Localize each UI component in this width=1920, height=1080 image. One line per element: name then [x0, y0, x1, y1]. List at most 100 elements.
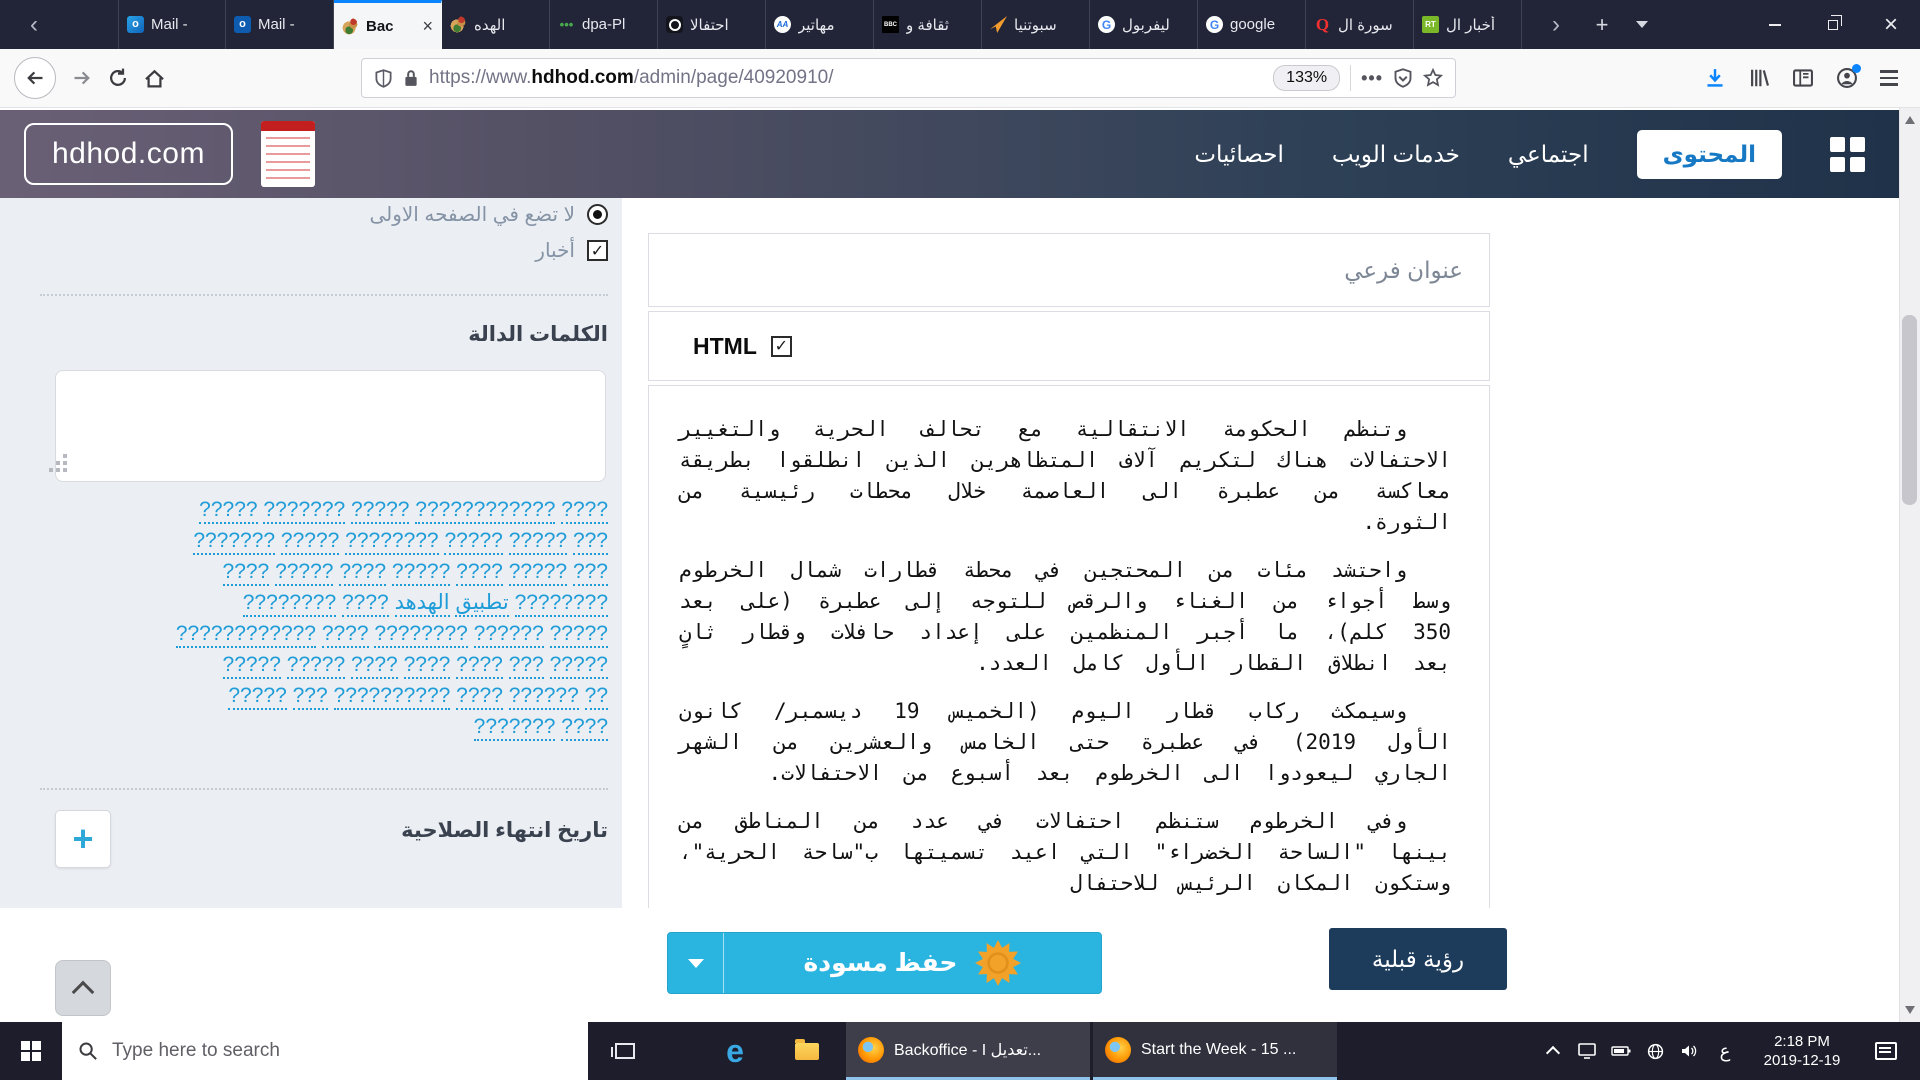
resize-handle-icon[interactable]: [63, 468, 67, 472]
nav-social[interactable]: اجتماعي: [1508, 141, 1589, 168]
nav-content-active[interactable]: المحتوى: [1637, 130, 1782, 179]
browser-tab[interactable]: Mail -: [118, 0, 226, 49]
browser-tab[interactable]: google: [1198, 0, 1306, 49]
site-logo[interactable]: hdhod.com: [24, 123, 233, 185]
restore-button[interactable]: [1804, 0, 1862, 49]
close-window-button[interactable]: [1862, 0, 1920, 49]
url-text[interactable]: https://www.hdhod.com/admin/page/4092091…: [429, 67, 833, 89]
sidebar-toggle-icon[interactable]: [1792, 67, 1814, 89]
battery-icon[interactable]: [1606, 1045, 1636, 1057]
zoom-level-badge[interactable]: 133%: [1273, 65, 1340, 91]
forward-button[interactable]: [72, 68, 92, 88]
back-button[interactable]: [14, 57, 56, 99]
browser-tab[interactable]: Mail -: [226, 0, 334, 49]
html-checkbox[interactable]: [771, 336, 792, 357]
hudhud-bird-icon: [450, 16, 467, 33]
save-options-dropdown[interactable]: [668, 933, 724, 993]
subtitle-field[interactable]: عنوان فرعي: [648, 233, 1490, 307]
taskbar-clock[interactable]: 2:18 PM 2019-12-19: [1746, 1032, 1858, 1071]
close-tab-icon[interactable]: [422, 16, 433, 37]
tab-scroll-left-icon[interactable]: [8, 0, 60, 49]
volume-icon[interactable]: [1674, 1043, 1704, 1059]
tracking-shield-icon[interactable]: [374, 69, 393, 88]
browser-tab[interactable]: الهده: [442, 0, 550, 49]
nav-web-services[interactable]: خدمات الويب: [1332, 141, 1460, 168]
toolbar-right-icons: [1704, 67, 1906, 89]
article-paragraph: واحتشد مئات من المحتجين في محطة قطارات ش…: [679, 555, 1451, 679]
keyword-link-line[interactable]: ????? ?????? ???????? ???? ????????????: [18, 618, 608, 649]
scrollbar-up-icon[interactable]: [1905, 116, 1915, 124]
file-explorer-button[interactable]: [778, 1022, 836, 1080]
front-page-radio[interactable]: [587, 204, 608, 225]
browser-tab[interactable]: dpa-Pl: [550, 0, 658, 49]
browser-tab[interactable]: احتفالا: [658, 0, 766, 49]
browser-tab[interactable]: أخبار ال: [1414, 0, 1522, 49]
new-tab-button[interactable]: [1582, 0, 1622, 49]
minimize-button[interactable]: [1746, 0, 1804, 49]
add-expiry-date-button[interactable]: +: [55, 810, 111, 868]
scrollbar-thumb[interactable]: [1902, 315, 1917, 505]
keyword-link-line[interactable]: ??? ????? ????? ???????? ????? ???????: [18, 525, 608, 556]
expiry-date-label: تاريخ انتهاء الصلاحية: [401, 818, 608, 843]
tab-strip: Mail - Mail - Bac الهده dpa-Pl احتفالا م…: [118, 0, 1522, 49]
tab-scroll-right-icon[interactable]: [1530, 0, 1582, 49]
divider: [40, 788, 608, 790]
nav-statistics[interactable]: احصائيات: [1194, 141, 1284, 168]
download-icon[interactable]: [1704, 67, 1726, 89]
article-thumbnail[interactable]: [261, 121, 315, 187]
display-icon[interactable]: [1572, 1043, 1602, 1059]
hidden-icons-chevron[interactable]: [1538, 1044, 1568, 1058]
task-view-button[interactable]: [596, 1022, 654, 1080]
start-button[interactable]: [0, 1022, 62, 1080]
preview-button[interactable]: رؤية قبلية: [1329, 928, 1507, 990]
network-globe-icon[interactable]: [1640, 1043, 1670, 1060]
account-icon[interactable]: [1836, 67, 1858, 89]
reload-icon: [108, 68, 128, 88]
browser-tab[interactable]: ثقافة و: [874, 0, 982, 49]
page-scrollbar[interactable]: [1899, 108, 1920, 1022]
browser-tab[interactable]: ليفربول: [1090, 0, 1198, 49]
lock-icon: [403, 69, 419, 87]
save-draft-button[interactable]: حفظ مسودة: [724, 933, 1101, 993]
language-indicator[interactable]: ع: [1708, 1041, 1742, 1062]
tab-label: أخبار ال: [1446, 16, 1495, 34]
tab-label: احتفالا: [690, 16, 729, 34]
keywords-label: الكلمات الدالة: [468, 322, 608, 347]
settings-sidebar: لا تضع في الصفحه الاولى أخبار الكلمات ال…: [0, 198, 622, 1022]
list-all-tabs-icon[interactable]: [1622, 0, 1662, 49]
taskbar-search[interactable]: Type here to search: [62, 1022, 588, 1080]
apps-grid-icon[interactable]: [1830, 137, 1865, 172]
tab-label: Bac: [366, 18, 394, 35]
news-checkbox[interactable]: [587, 240, 608, 261]
browser-tab[interactable]: سبوتنيا: [982, 0, 1090, 49]
browser-tab[interactable]: مهاتير: [766, 0, 874, 49]
taskbar-window-start-the-week[interactable]: Start the Week - 15 ...: [1093, 1022, 1337, 1080]
keyword-link-line[interactable]: ?? ?????? ???? ?????????? ??? ?????: [18, 680, 608, 711]
save-draft-split-button: حفظ مسودة: [667, 932, 1102, 994]
scrollbar-down-icon[interactable]: [1905, 1006, 1915, 1014]
keywords-textarea[interactable]: [55, 370, 606, 482]
browser-tab-active[interactable]: Bac: [334, 0, 442, 49]
reload-button[interactable]: [108, 68, 128, 88]
home-button[interactable]: [144, 68, 165, 89]
tab-label: مهاتير: [798, 16, 835, 34]
keyword-link-line[interactable]: ???? ???????????? ????? ??????? ?????: [18, 494, 608, 525]
edge-button[interactable]: [706, 1022, 764, 1080]
pocket-icon[interactable]: [1393, 68, 1413, 88]
keyword-links: ???? ???????????? ????? ??????? ????? ??…: [18, 494, 608, 742]
page-actions-icon[interactable]: [1361, 68, 1383, 89]
menu-icon[interactable]: [1880, 70, 1898, 85]
home-icon: [144, 68, 165, 89]
url-domain: hdhod.com: [531, 67, 633, 88]
browser-tab[interactable]: سورة ال: [1306, 0, 1414, 49]
keyword-link-line[interactable]: ??? ????? ???? ????? ???? ????? ????: [18, 556, 608, 587]
scroll-to-top-button[interactable]: [55, 960, 111, 1016]
keyword-link-line[interactable]: ????? ??? ???? ???? ???? ????? ?????: [18, 649, 608, 680]
action-center-button[interactable]: [1862, 1042, 1910, 1060]
url-bar[interactable]: https://www.hdhod.com/admin/page/4092091…: [361, 58, 1456, 98]
taskbar-window-backoffice[interactable]: Backoffice - I تعديل...: [846, 1022, 1090, 1080]
keyword-link-line[interactable]: ???? ???????: [18, 711, 608, 742]
library-icon[interactable]: [1748, 67, 1770, 89]
bookmark-star-icon[interactable]: [1423, 68, 1443, 88]
keyword-link-line[interactable]: ???????? تطبيق الهدهد ???? ????????: [18, 587, 608, 618]
